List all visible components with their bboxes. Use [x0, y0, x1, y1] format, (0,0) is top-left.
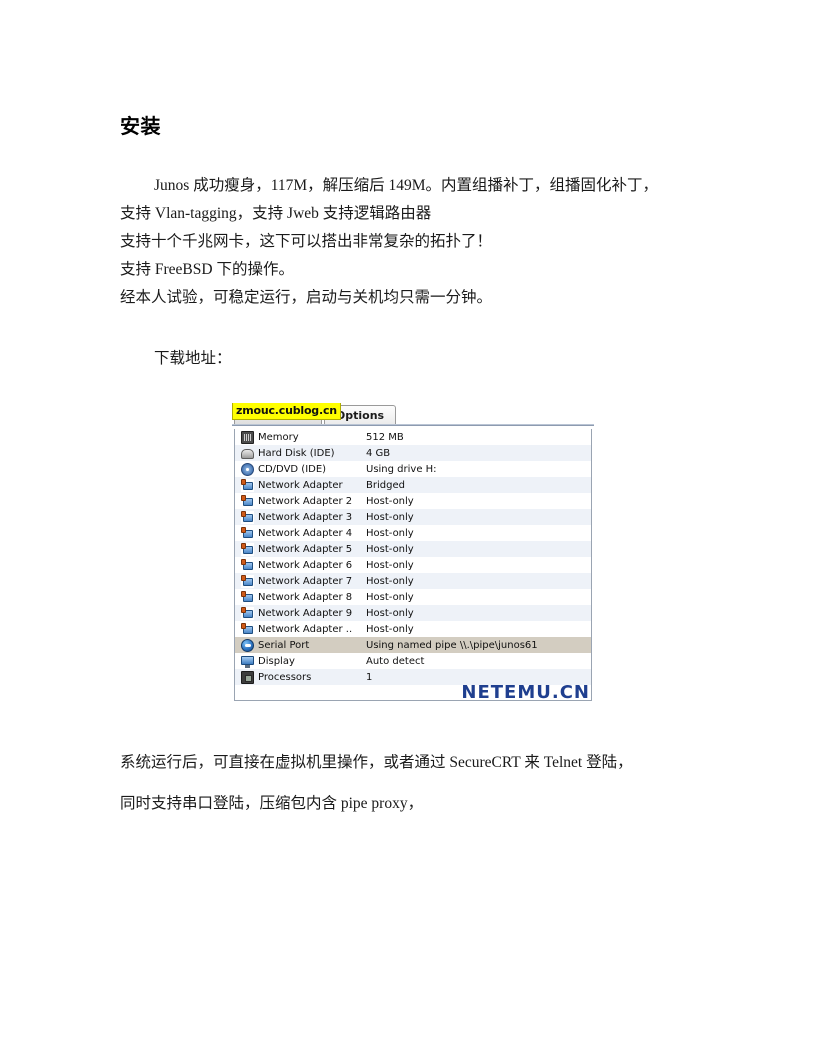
- device-row[interactable]: Memory 512 MB: [235, 429, 591, 445]
- memory-icon: [241, 430, 254, 444]
- network-adapter-icon: [241, 558, 254, 572]
- device-name: CD/DVD (IDE): [258, 463, 327, 475]
- network-adapter-icon: [241, 574, 254, 588]
- device-row[interactable]: Network Adapter 7 Host-only: [235, 573, 591, 589]
- device-value: Bridged: [366, 479, 405, 491]
- device-value: Host-only: [366, 559, 414, 571]
- hard-disk-icon: [241, 448, 254, 459]
- device-row[interactable]: CD/DVD (IDE) Using drive H:: [235, 461, 591, 477]
- network-adapter-icon: [241, 478, 254, 492]
- device-name: Network Adapter 8: [258, 591, 353, 603]
- document-page: 安装 Junos 成功瘦身，117M，解压缩后 149M。内置组播补丁，组播固化…: [0, 0, 816, 1056]
- device-name: Network Adapter 4: [258, 527, 353, 539]
- device-value: Host-only: [366, 591, 414, 603]
- network-adapter-icon: [241, 494, 254, 508]
- device-name: Network Adapter 2: [258, 495, 353, 507]
- paragraph-line: 支持 Vlan-tagging，支持 Jweb 支持逻辑路由器: [120, 205, 432, 222]
- processors-icon: [241, 670, 254, 684]
- device-row[interactable]: Serial Port Using named pipe \\.\pipe\jun…: [235, 637, 591, 653]
- device-name: Display: [258, 655, 295, 667]
- device-row[interactable]: Network Adapter .. Host-only: [235, 621, 591, 637]
- serial-port-icon: [241, 638, 254, 652]
- watermark-cublog: zmouc.cublog.cn: [232, 403, 341, 420]
- device-list[interactable]: Memory 512 MB Hard Disk (IDE) 4 GB CD/DVD (I…: [234, 429, 592, 701]
- network-adapter-icon: [241, 622, 254, 636]
- device-value: Using drive H:: [366, 463, 437, 475]
- device-name: Network Adapter ..: [258, 623, 353, 635]
- device-name: Network Adapter: [258, 479, 343, 491]
- paragraph-download-label: 下载地址：: [120, 345, 672, 373]
- display-icon: [241, 654, 254, 668]
- watermark-netemu: NETEMU.CN: [461, 682, 590, 703]
- device-name: Network Adapter 5: [258, 543, 353, 555]
- device-name: Hard Disk (IDE): [258, 447, 335, 459]
- device-row[interactable]: Network Adapter 4 Host-only: [235, 525, 591, 541]
- download-address-text: 下载地址：: [154, 350, 232, 367]
- device-value: Host-only: [366, 623, 414, 635]
- device-row[interactable]: Network Adapter 5 Host-only: [235, 541, 591, 557]
- vmware-tab-strip: Devices Options zmouc.cublog.cn: [232, 403, 594, 426]
- device-value: Host-only: [366, 543, 414, 555]
- page-title: 安装: [120, 114, 161, 138]
- device-value: 1: [366, 671, 373, 683]
- device-name: Memory: [258, 431, 299, 443]
- device-row[interactable]: Network Adapter 3 Host-only: [235, 509, 591, 525]
- paragraph-line: Junos 成功瘦身，117M，解压缩后 149M。内置组播补丁，组播固化补丁，: [154, 177, 659, 194]
- device-row[interactable]: Network Adapter 8 Host-only: [235, 589, 591, 605]
- device-name: Network Adapter 3: [258, 511, 353, 523]
- paragraph-usage: 系统运行后，可直接在虚拟机里操作，或者通过 SecureCRT 来 Telnet…: [120, 742, 672, 824]
- paragraph-line: 支持 FreeBSD 下的操作。: [120, 261, 294, 278]
- device-name: Serial Port: [258, 639, 310, 651]
- tab-underline: [232, 424, 594, 426]
- device-row[interactable]: Network Adapter 9 Host-only: [235, 605, 591, 621]
- device-name: Processors: [258, 671, 312, 683]
- device-value: Host-only: [366, 607, 414, 619]
- device-value: Host-only: [366, 495, 414, 507]
- device-value: Host-only: [366, 511, 414, 523]
- device-value: Auto detect: [366, 655, 425, 667]
- device-row[interactable]: Network Adapter 6 Host-only: [235, 557, 591, 573]
- paragraph-line: 支持十个千兆网卡，这下可以搭出非常复杂的拓扑了！: [120, 233, 493, 250]
- vmware-settings-screenshot: Devices Options zmouc.cublog.cn Memory 51…: [232, 403, 594, 703]
- device-name: Network Adapter 6: [258, 559, 353, 571]
- network-adapter-icon: [241, 510, 254, 524]
- network-adapter-icon: [241, 542, 254, 556]
- vmware-settings-inner: Devices Options zmouc.cublog.cn Memory 51…: [232, 403, 594, 703]
- cd-dvd-icon: [241, 462, 254, 476]
- network-adapter-icon: [241, 526, 254, 540]
- device-row[interactable]: Display Auto detect: [235, 653, 591, 669]
- device-value: Host-only: [366, 575, 414, 587]
- paragraph-intro: Junos 成功瘦身，117M，解压缩后 149M。内置组播补丁，组播固化补丁，…: [120, 172, 672, 312]
- device-value: Host-only: [366, 527, 414, 539]
- device-row[interactable]: Network Adapter Bridged: [235, 477, 591, 493]
- device-value: Using named pipe \\.\pipe\junos61: [366, 639, 538, 651]
- device-value: 4 GB: [366, 447, 391, 459]
- device-row[interactable]: Hard Disk (IDE) 4 GB: [235, 445, 591, 461]
- network-adapter-icon: [241, 590, 254, 604]
- paragraph-line: 系统运行后，可直接在虚拟机里操作，或者通过 SecureCRT 来 Telnet…: [120, 754, 633, 771]
- paragraph-line: 经本人试验，可稳定运行，启动与关机均只需一分钟。: [120, 289, 493, 306]
- device-row[interactable]: Network Adapter 2 Host-only: [235, 493, 591, 509]
- device-value: 512 MB: [366, 431, 404, 443]
- network-adapter-icon: [241, 606, 254, 620]
- device-name: Network Adapter 7: [258, 575, 353, 587]
- paragraph-line: 同时支持串口登陆，压缩包内含 pipe proxy，: [120, 795, 424, 812]
- device-name: Network Adapter 9: [258, 607, 353, 619]
